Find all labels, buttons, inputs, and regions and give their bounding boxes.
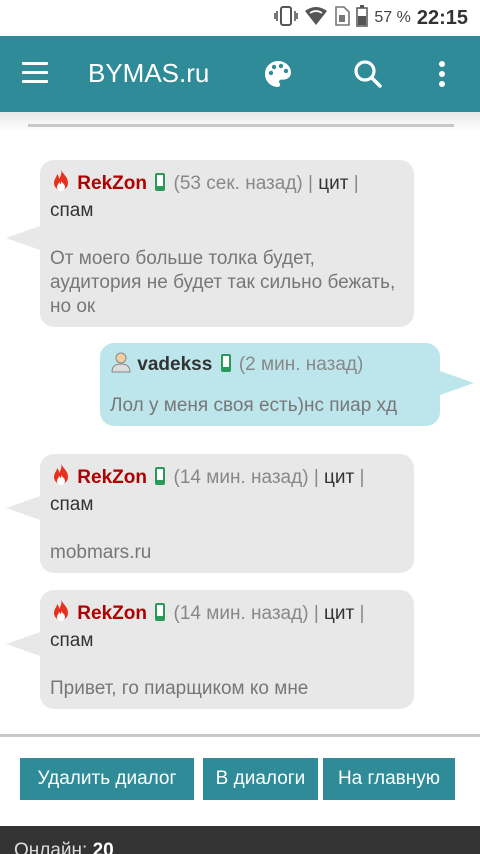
online-label: Онлайн:	[14, 840, 88, 854]
message-text: Привет, го пиарщиком ко мне	[50, 678, 309, 699]
mobile-device-icon	[152, 602, 168, 629]
mobile-device-icon	[218, 353, 234, 380]
mobile-device-icon	[152, 466, 168, 493]
battery-percent: 57 %	[374, 9, 411, 26]
message-author[interactable]: RekZon	[77, 603, 147, 624]
message-author[interactable]: RekZon	[77, 173, 147, 194]
message-incoming: RekZon (14 мин. назад) | цит | спам Прив…	[6, 590, 414, 709]
message-incoming: RekZon (14 мин. назад) | цит | спам mobm…	[6, 454, 414, 573]
mobile-device-icon	[152, 172, 168, 199]
online-count[interactable]: 20	[93, 840, 114, 854]
fire-icon	[50, 168, 72, 199]
menu-button[interactable]	[22, 62, 48, 84]
wifi-icon	[304, 6, 328, 31]
home-button[interactable]: На главную	[323, 758, 455, 800]
quote-link[interactable]: цит	[318, 173, 348, 194]
fire-icon	[50, 462, 72, 493]
fire-icon	[50, 598, 72, 629]
spam-link[interactable]: спам	[50, 200, 93, 221]
spam-link[interactable]: спам	[50, 630, 93, 651]
search-button[interactable]	[352, 58, 384, 90]
message-time: (14 мин. назад)	[173, 603, 309, 624]
divider	[28, 124, 454, 127]
message-time: (14 мин. назад)	[173, 467, 309, 488]
footer: Онлайн: 20	[0, 826, 480, 854]
delete-dialog-button[interactable]: Удалить диалог	[20, 758, 194, 800]
more-options-button[interactable]	[430, 58, 454, 90]
hamburger-icon	[22, 62, 48, 65]
message-outgoing: vadekss (2 мин. назад) Лол у меня своя е…	[100, 343, 474, 426]
message-author[interactable]: RekZon	[77, 467, 147, 488]
to-dialogs-button[interactable]: В диалоги	[203, 758, 318, 800]
palette-icon	[265, 61, 291, 87]
more-vert-icon	[439, 61, 445, 87]
vibrate-icon	[274, 5, 299, 32]
app-title[interactable]: BYMAS.ru	[88, 58, 209, 89]
search-icon	[354, 60, 382, 88]
spam-link[interactable]: спам	[50, 494, 93, 515]
battery-icon	[356, 4, 369, 32]
quote-link[interactable]: цит	[324, 603, 354, 624]
message-text: mobmars.ru	[50, 542, 152, 563]
user-avatar-icon	[110, 351, 132, 380]
divider	[0, 734, 480, 737]
message-text: От моего больше толка будет, аудитория н…	[50, 248, 396, 317]
palette-button[interactable]	[262, 58, 294, 90]
app-bar: BYMAS.ru	[0, 36, 480, 112]
message-text: Лол у меня своя есть)нс пиар хд	[110, 395, 398, 416]
clock: 22:15	[416, 6, 468, 29]
message-author[interactable]: vadekss	[137, 354, 212, 375]
message-time: (53 сек. назад)	[173, 173, 303, 194]
sim-icon	[334, 5, 351, 31]
message-time: (2 мин. назад)	[238, 354, 364, 375]
message-list: RekZon (53 сек. назад) | цит | спам От м…	[0, 132, 480, 732]
status-bar: 57 % 22:15	[0, 0, 480, 36]
quote-link[interactable]: цит	[324, 467, 354, 488]
message-incoming: RekZon (53 сек. назад) | цит | спам От м…	[6, 160, 414, 327]
